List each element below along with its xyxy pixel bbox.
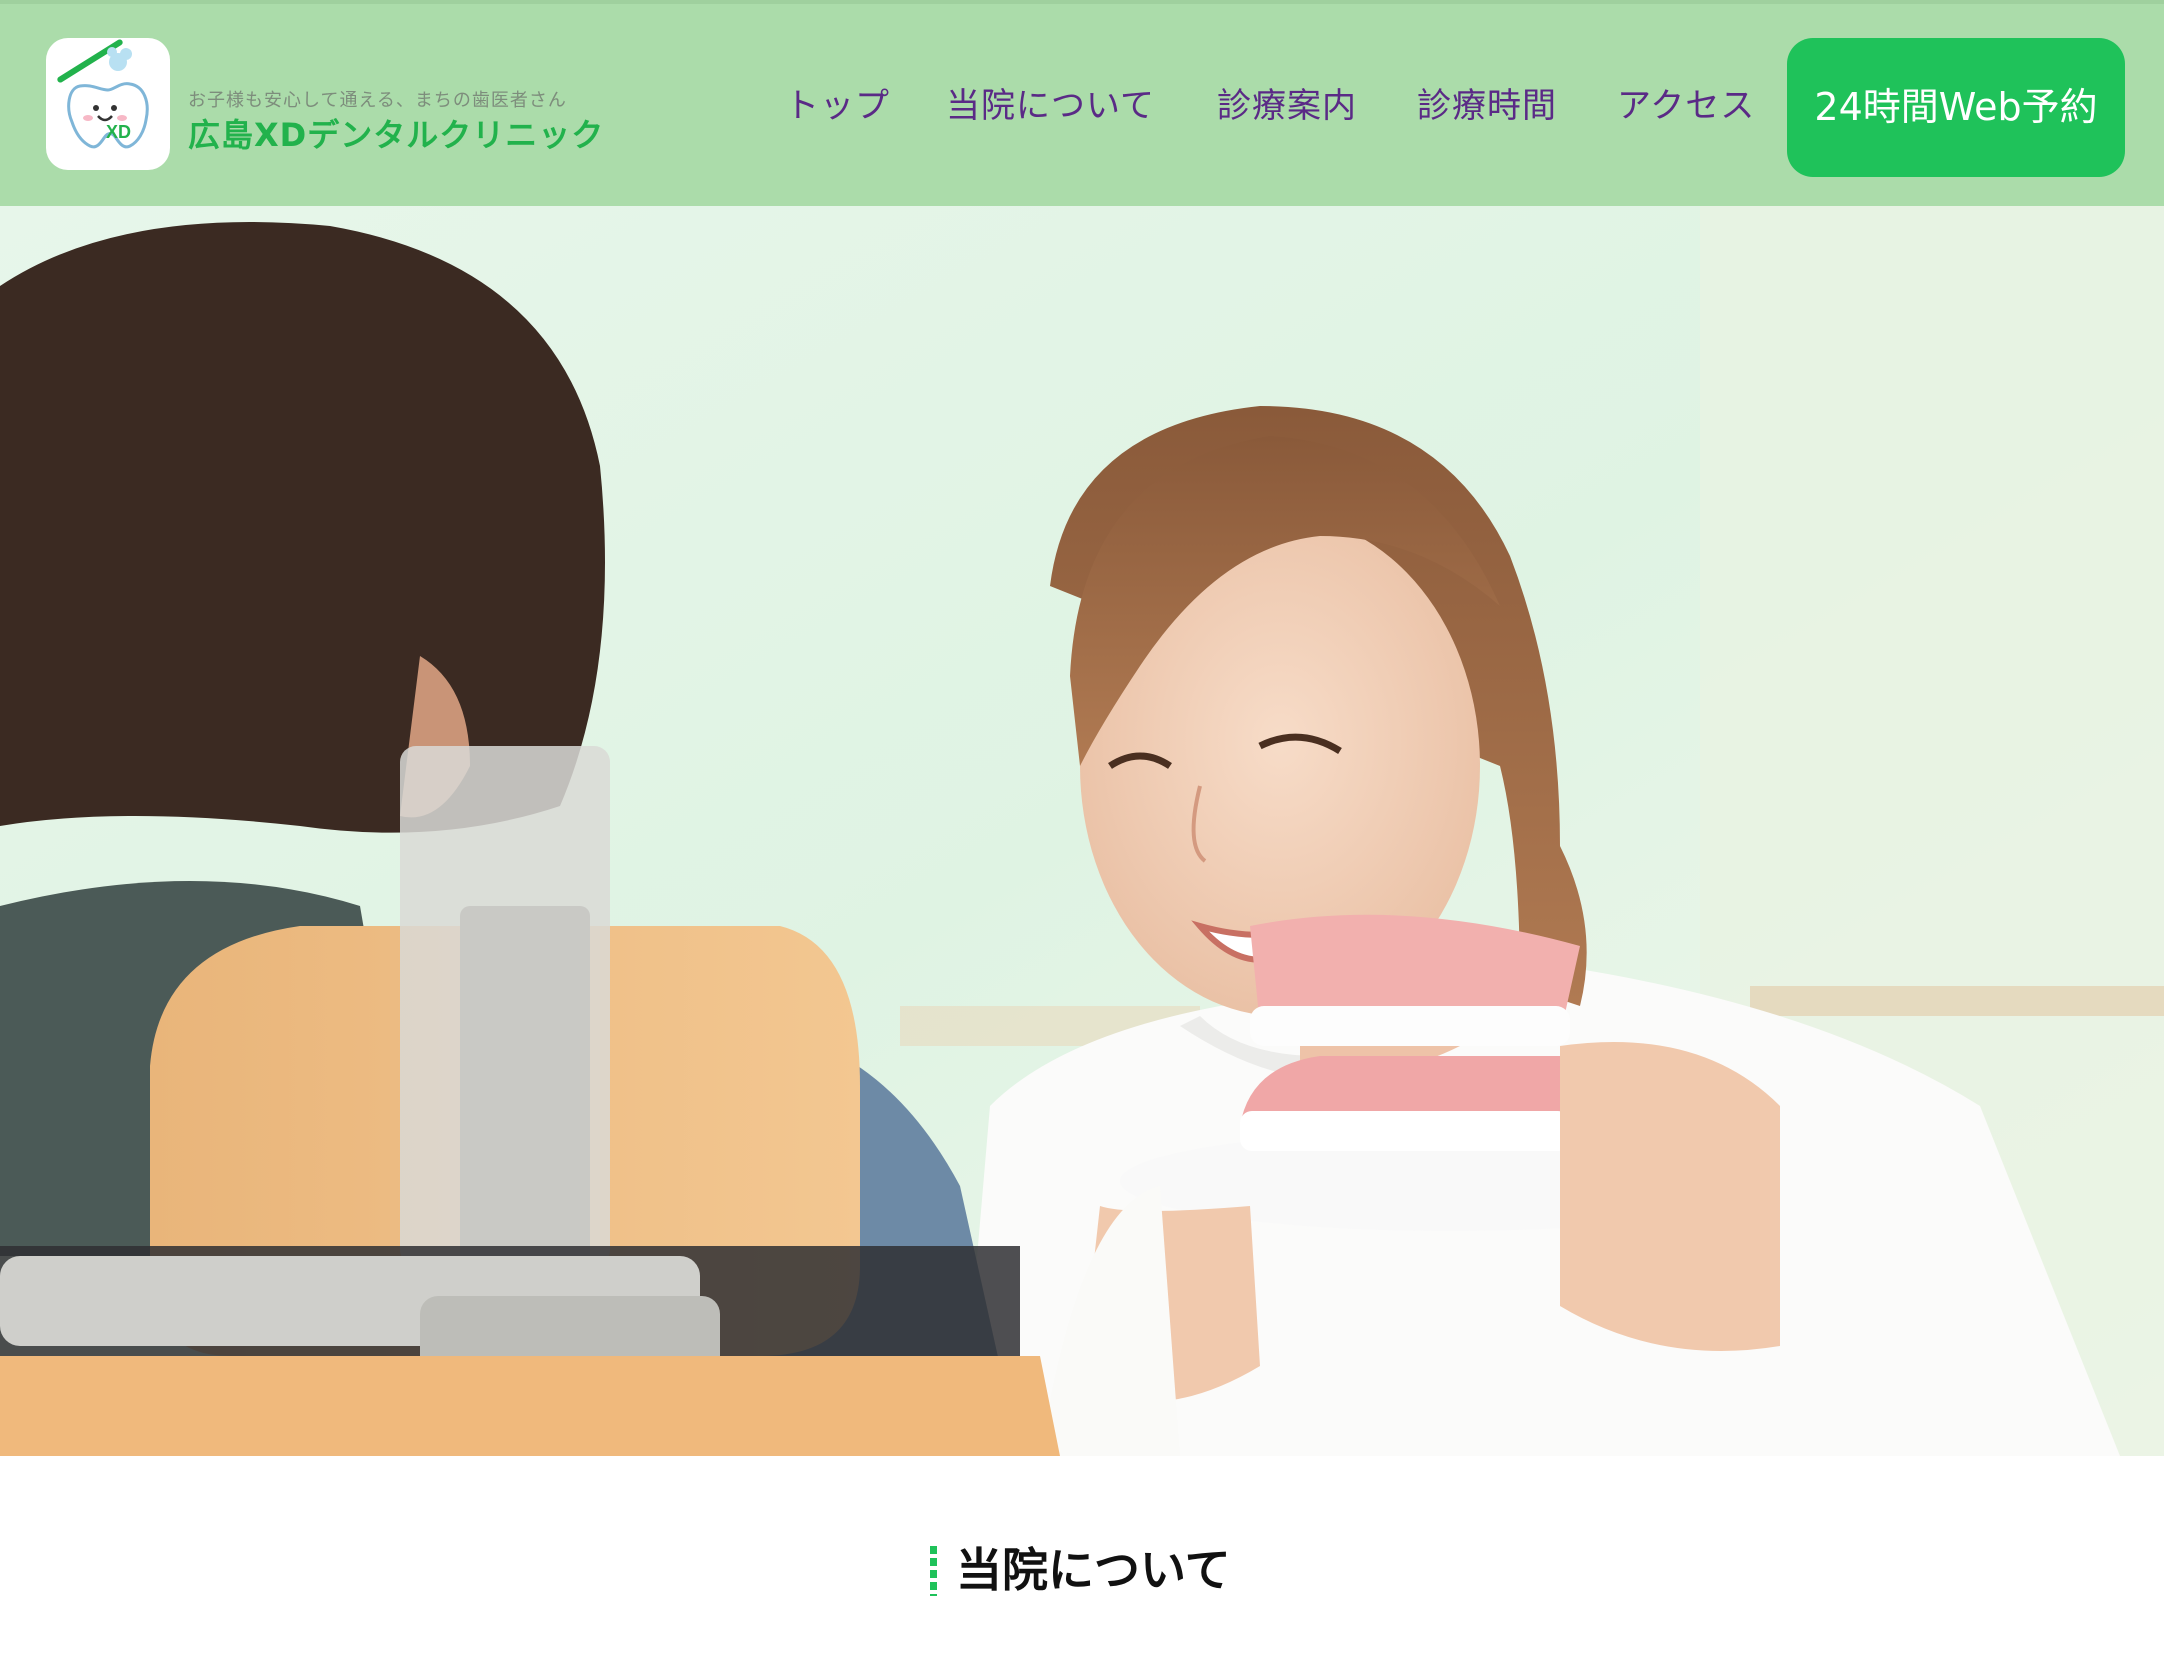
- section-title-about: 当院について: [956, 1543, 1231, 1597]
- nav-item-access[interactable]: アクセス: [1617, 78, 1755, 127]
- nav-item-top[interactable]: トップ: [785, 78, 890, 127]
- hero-image: [0, 206, 2164, 1456]
- nav-item-services[interactable]: 診療案内: [1217, 78, 1357, 127]
- nav-item-hours[interactable]: 診療時間: [1417, 78, 1557, 127]
- site-header: XD お子様も安心して通える、まちの歯医者さん 広島XDデンタルクリニック トッ…: [0, 0, 2164, 206]
- nav-item-about[interactable]: 当院について: [946, 78, 1155, 127]
- web-reservation-button[interactable]: 24時間Web予約: [1787, 38, 2125, 177]
